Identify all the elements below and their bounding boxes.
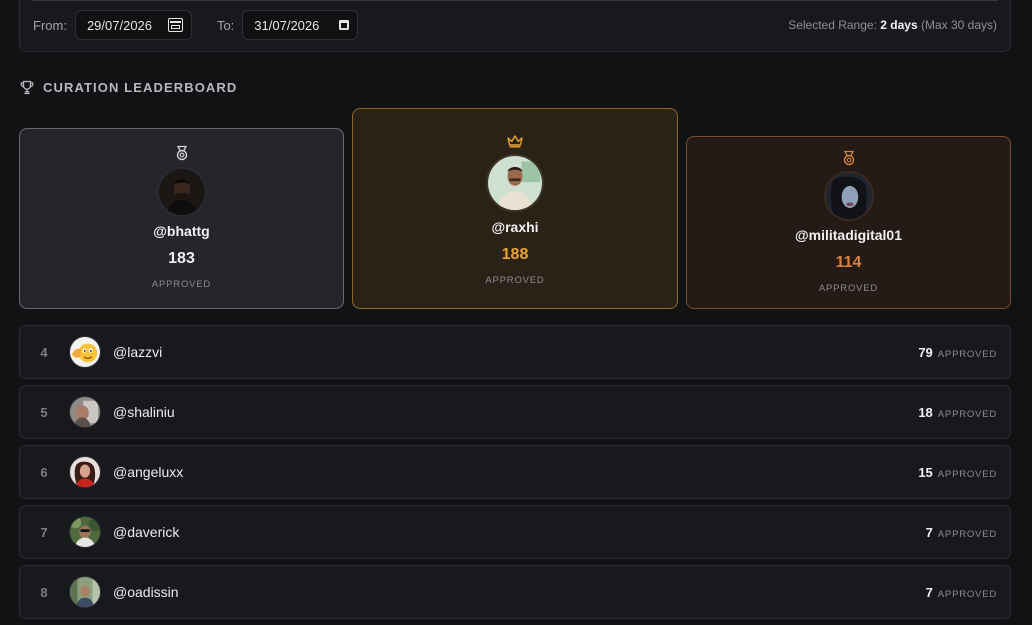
trophy-icon bbox=[20, 80, 34, 94]
leaderboard-row[interactable]: 4 @lazzvi 79 APPROVED bbox=[19, 325, 1011, 379]
approved-label: APPROVED bbox=[937, 588, 997, 600]
from-label: From: bbox=[33, 17, 67, 33]
podium-score: 114 bbox=[835, 254, 862, 271]
avatar bbox=[69, 396, 101, 428]
row-username[interactable]: @lazzvi bbox=[113, 344, 162, 360]
approved-label: APPROVED bbox=[151, 279, 212, 290]
avatar bbox=[69, 456, 101, 488]
rank-number: 8 bbox=[40, 584, 48, 600]
row-score: 15 APPROVED bbox=[918, 465, 997, 480]
leaderboard-row[interactable]: 5 @shaliniu 18 APPROVED bbox=[19, 385, 1011, 439]
approved-label: APPROVED bbox=[937, 348, 997, 360]
approved-count: 79 bbox=[918, 344, 933, 360]
section-title: CURATION LEADERBOARD bbox=[43, 79, 238, 95]
approved-count: 7 bbox=[925, 524, 933, 540]
podium-score: 188 bbox=[501, 246, 529, 263]
leaderboard-row[interactable]: 6 @angeluxx 15 APPROVED bbox=[19, 445, 1011, 499]
row-score: 18 APPROVED bbox=[918, 405, 997, 420]
avatar bbox=[823, 171, 874, 221]
leaderboard-list: 4 @lazzvi 79 APPROVED 5 @shaliniu 18 APP… bbox=[19, 325, 1011, 625]
leaderboard-row[interactable]: 8 @oadissin 7 APPROVED bbox=[19, 565, 1011, 619]
calendar-icon[interactable] bbox=[167, 18, 183, 32]
to-date-input[interactable]: 31/07/2026 bbox=[242, 10, 359, 40]
row-score: 79 APPROVED bbox=[918, 345, 997, 360]
podium-score: 183 bbox=[168, 250, 195, 267]
leaderboard-row[interactable]: 7 @daverick 7 APPROVED bbox=[19, 505, 1011, 559]
row-username[interactable]: @angeluxx bbox=[113, 464, 183, 480]
row-username[interactable]: @shaliniu bbox=[113, 404, 175, 420]
approved-label: APPROVED bbox=[937, 468, 997, 480]
approved-label: APPROVED bbox=[937, 408, 997, 420]
row-username[interactable]: @oadissin bbox=[113, 584, 179, 600]
row-username[interactable]: @daverick bbox=[113, 524, 179, 540]
rank-number: 5 bbox=[40, 404, 48, 420]
avatar bbox=[156, 167, 207, 217]
crown-icon bbox=[507, 135, 523, 148]
podium-username[interactable]: @bhattg bbox=[20, 223, 343, 239]
podium-card-third[interactable]: @militadigital01 114 APPROVED bbox=[686, 136, 1011, 309]
selected-range-prefix: Selected Range: bbox=[788, 18, 877, 32]
approved-label: APPROVED bbox=[485, 275, 545, 286]
podium-username[interactable]: @raxhi bbox=[353, 219, 677, 235]
selected-range-info: Selected Range: 2 days (Max 30 days) bbox=[788, 18, 998, 32]
podium-card-first[interactable]: @raxhi 188 APPROVED bbox=[352, 108, 678, 309]
row-score: 7 APPROVED bbox=[926, 585, 997, 600]
approved-count: 18 bbox=[918, 404, 933, 420]
podium-card-second[interactable]: @bhattg 183 APPROVED bbox=[19, 128, 344, 309]
selected-range-value: 2 days bbox=[880, 18, 918, 32]
medal-icon bbox=[843, 150, 854, 166]
date-range-row: From: 29/07/2026 To: 31/07/2026 Selected… bbox=[33, 10, 998, 40]
from-date-input[interactable]: 29/07/2026 bbox=[74, 10, 192, 40]
max-range-note: (Max 30 days) bbox=[920, 18, 997, 32]
rank-number: 4 bbox=[40, 344, 48, 360]
medal-icon bbox=[176, 145, 187, 161]
date-range-panel: From: 29/07/2026 To: 31/07/2026 Selected… bbox=[19, 0, 1011, 52]
rank-number: 7 bbox=[40, 524, 48, 540]
leaderboard-page: From: 29/07/2026 To: 31/07/2026 Selected… bbox=[0, 0, 1032, 625]
to-label: To: bbox=[216, 17, 235, 33]
section-heading: CURATION LEADERBOARD bbox=[20, 78, 237, 96]
avatar bbox=[69, 336, 101, 368]
podium-username[interactable]: @militadigital01 bbox=[687, 227, 1010, 243]
row-score: 7 APPROVED bbox=[926, 525, 997, 540]
divider bbox=[32, 0, 998, 1]
approved-label: APPROVED bbox=[818, 283, 879, 294]
avatar bbox=[69, 516, 101, 548]
to-date-value: 31/07/2026 bbox=[254, 17, 320, 33]
avatar bbox=[69, 576, 101, 608]
approved-count: 7 bbox=[925, 584, 933, 600]
approved-count: 15 bbox=[918, 464, 933, 480]
avatar bbox=[486, 154, 544, 212]
from-date-value: 29/07/2026 bbox=[86, 17, 153, 33]
rank-number: 6 bbox=[40, 464, 48, 480]
approved-label: APPROVED bbox=[937, 528, 997, 540]
calendar-icon[interactable] bbox=[339, 20, 350, 30]
